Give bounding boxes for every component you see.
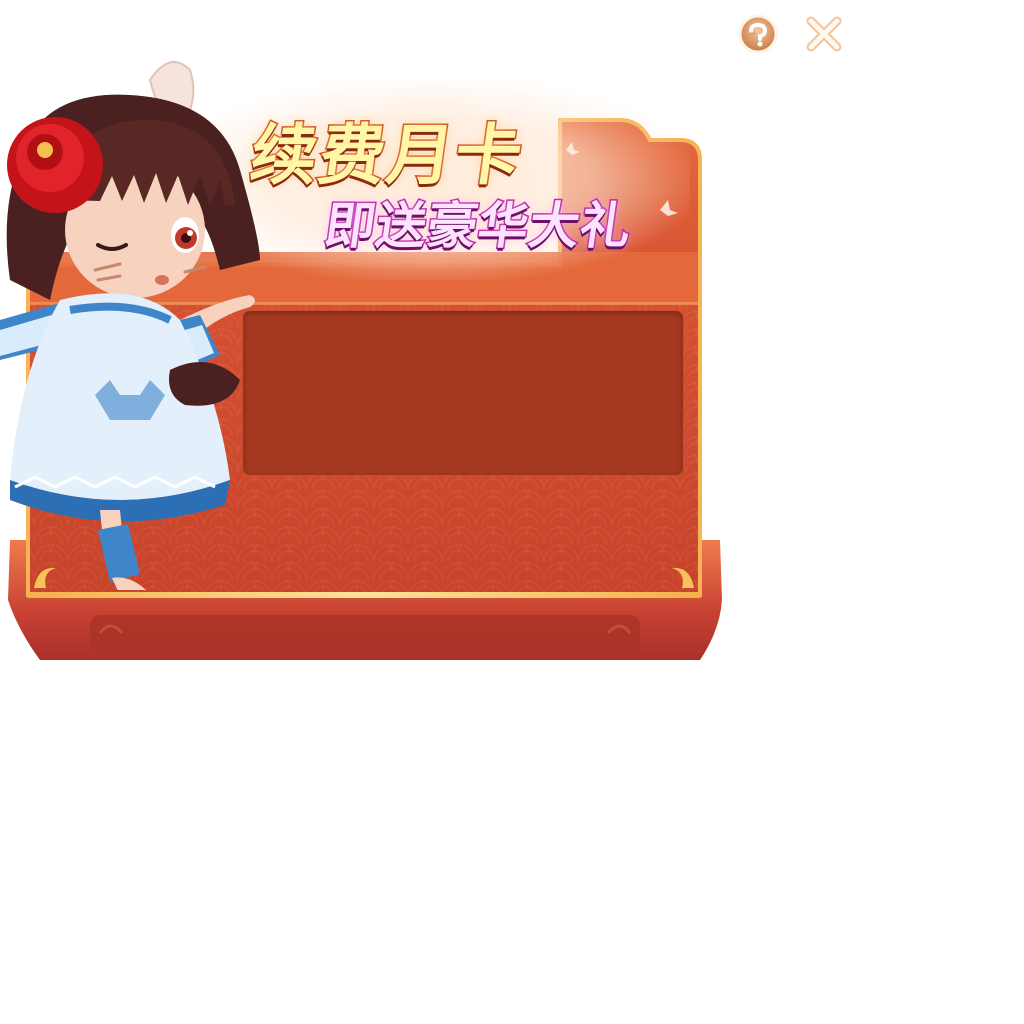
close-icon[interactable] xyxy=(804,14,844,54)
monthly-card-dialog: 续费月卡 即送豪华大礼 xyxy=(0,0,1024,1024)
title-sub: 即送豪华大礼 xyxy=(320,196,637,257)
help-icon[interactable] xyxy=(738,14,778,54)
character-illustration xyxy=(0,40,280,603)
title-main: 续费月卡 xyxy=(244,116,530,196)
content-area xyxy=(242,310,684,476)
